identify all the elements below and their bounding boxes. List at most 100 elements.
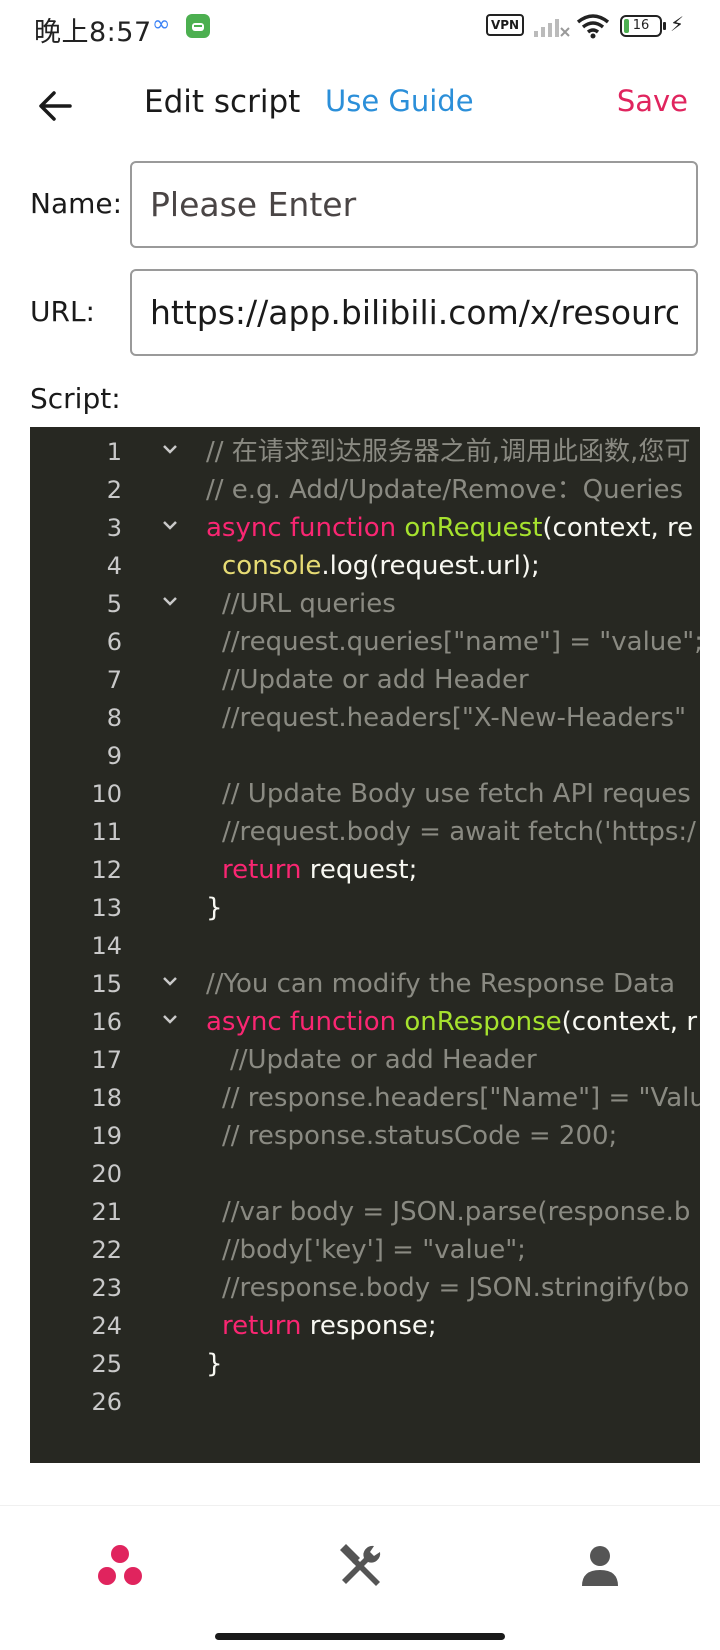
home-indicator [215, 1633, 505, 1640]
code-line[interactable]: 20 [30, 1155, 700, 1193]
script-label: Script: [30, 382, 121, 415]
code-line[interactable]: 4 console.log(request.url); [30, 547, 700, 585]
code-token: (context, r [561, 1007, 698, 1037]
code-line[interactable]: 1 // 在请求到达服务器之前,调用此函数,您可 [30, 433, 700, 471]
code-text: //URL queries [222, 585, 396, 623]
line-number: 4 [106, 552, 122, 580]
code-token: onRequest [404, 513, 543, 543]
code-line[interactable]: 17 //Update or add Header [30, 1041, 700, 1079]
battery-icon: 16 [620, 15, 662, 37]
code-line[interactable]: 9 [30, 737, 700, 775]
line-number: 15 [91, 970, 122, 998]
line-number: 6 [106, 628, 122, 656]
url-input[interactable] [130, 269, 698, 356]
code-token: //request.headers["X-New-Headers" [222, 703, 687, 733]
code-token: //URL queries [222, 589, 396, 619]
back-arrow-icon[interactable] [34, 84, 78, 128]
code-text: async function onRequest(context, re [206, 509, 693, 547]
code-token: // 在请求到达服务器之前,调用此函数,您可 [206, 437, 691, 467]
code-text: // 在请求到达服务器之前,调用此函数,您可 [206, 433, 690, 471]
code-text: //response.body = JSON.stringify(bo [222, 1269, 689, 1307]
line-number: 7 [106, 666, 122, 694]
code-line[interactable]: 25} [30, 1345, 700, 1383]
line-number: 14 [91, 932, 122, 960]
fold-chevron-icon[interactable] [160, 965, 180, 1003]
code-text: // response.headers["Name"] = "Valu [222, 1079, 700, 1117]
code-text: //Update or add Header [230, 1041, 537, 1079]
battery-level: 16 [632, 18, 650, 33]
code-token: //Update or add Header [222, 665, 529, 695]
code-token: //body['key'] = "value"; [222, 1235, 526, 1265]
code-text: // response.statusCode = 200; [222, 1117, 617, 1155]
code-token: return [222, 855, 310, 885]
code-text: //Update or add Header [222, 661, 529, 699]
fold-chevron-icon[interactable] [160, 1003, 180, 1041]
code-token: // response.headers["Name"] = "Valu [222, 1083, 700, 1113]
code-line[interactable]: 18 // response.headers["Name"] = "Valu [30, 1079, 700, 1117]
fold-chevron-icon[interactable] [160, 509, 180, 547]
code-text: //request.headers["X-New-Headers" [222, 699, 686, 737]
code-line[interactable]: 2 // e.g. Add/Update/Remove：Queries [30, 471, 700, 509]
code-line[interactable]: 19 // response.statusCode = 200; [30, 1117, 700, 1155]
code-token: } [206, 893, 223, 923]
battery-cap [663, 22, 666, 30]
code-line[interactable]: 12 return request; [30, 851, 700, 889]
code-line[interactable]: 26 [30, 1383, 700, 1421]
code-token: request; [309, 855, 418, 885]
line-number: 22 [91, 1236, 122, 1264]
line-number: 9 [106, 742, 122, 770]
code-text: } [206, 1345, 223, 1383]
save-button[interactable]: Save [617, 84, 688, 118]
code-token: //var body = JSON.parse(response.b [222, 1197, 691, 1227]
wifi-icon [576, 14, 610, 39]
line-number: 24 [91, 1312, 122, 1340]
code-text: async function onResponse(context, r [206, 1003, 697, 1041]
script-editor[interactable]: 1 // 在请求到达服务器之前,调用此函数,您可 2 // e.g. Add/Upda… [30, 427, 700, 1463]
code-text: // e.g. Add/Update/Remove：Queries [206, 471, 683, 509]
code-text: } [206, 889, 223, 927]
code-text: //request.body = await fetch('https:/ [222, 813, 696, 851]
code-line[interactable]: 15 //You can modify the Response Data [30, 965, 700, 1003]
code-line[interactable]: 24 return response; [30, 1307, 700, 1345]
name-input[interactable] [130, 161, 698, 248]
line-number: 10 [91, 780, 122, 808]
tools-icon[interactable] [330, 1536, 390, 1596]
fold-chevron-icon[interactable] [160, 585, 180, 623]
code-line[interactable]: 23 //response.body = JSON.stringify(bo [30, 1269, 700, 1307]
code-line[interactable]: 3 async function onRequest(context, re [30, 509, 700, 547]
code-line[interactable]: 16 async function onResponse(context, r [30, 1003, 700, 1041]
code-line[interactable]: 7 //Update or add Header [30, 661, 700, 699]
code-line[interactable]: 21 //var body = JSON.parse(response.b [30, 1193, 700, 1231]
code-text: //request.queries["name"] = "value"; [222, 623, 700, 661]
code-token: //request.queries["name"] = "value"; [222, 627, 700, 657]
person-icon[interactable] [570, 1536, 630, 1596]
code-token: } [206, 1349, 223, 1379]
code-line[interactable]: 8 //request.headers["X-New-Headers" [30, 699, 700, 737]
code-line[interactable]: 22 //body['key'] = "value"; [30, 1231, 700, 1269]
vpn-icon: VPN [486, 14, 524, 36]
line-number: 3 [106, 514, 122, 542]
code-line[interactable]: 14 [30, 927, 700, 965]
code-token: //You can modify the Response Data [206, 969, 676, 999]
use-guide-link[interactable]: Use Guide [325, 84, 474, 118]
signal-icon [534, 19, 570, 37]
line-number: 19 [91, 1122, 122, 1150]
code-line[interactable]: 5 //URL queries [30, 585, 700, 623]
code-line[interactable]: 10 // Update Body use fetch API reques [30, 775, 700, 813]
code-token: (context, re [542, 513, 694, 543]
line-number: 12 [91, 856, 122, 884]
line-number: 2 [106, 476, 122, 504]
fold-chevron-icon[interactable] [160, 433, 180, 471]
code-line[interactable]: 6 //request.queries["name"] = "value"; [30, 623, 700, 661]
code-text: console.log(request.url); [222, 547, 540, 585]
code-token: // Update Body use fetch API reques [222, 779, 691, 809]
code-line[interactable]: 13} [30, 889, 700, 927]
line-number: 5 [106, 590, 122, 618]
code-token: //Update or add Header [230, 1045, 537, 1075]
line-number: 21 [91, 1198, 122, 1226]
name-label: Name: [30, 187, 123, 220]
dots-icon[interactable] [90, 1536, 150, 1596]
code-text: //var body = JSON.parse(response.b [222, 1193, 690, 1231]
line-number: 16 [91, 1008, 122, 1036]
code-line[interactable]: 11 //request.body = await fetch('https:/ [30, 813, 700, 851]
